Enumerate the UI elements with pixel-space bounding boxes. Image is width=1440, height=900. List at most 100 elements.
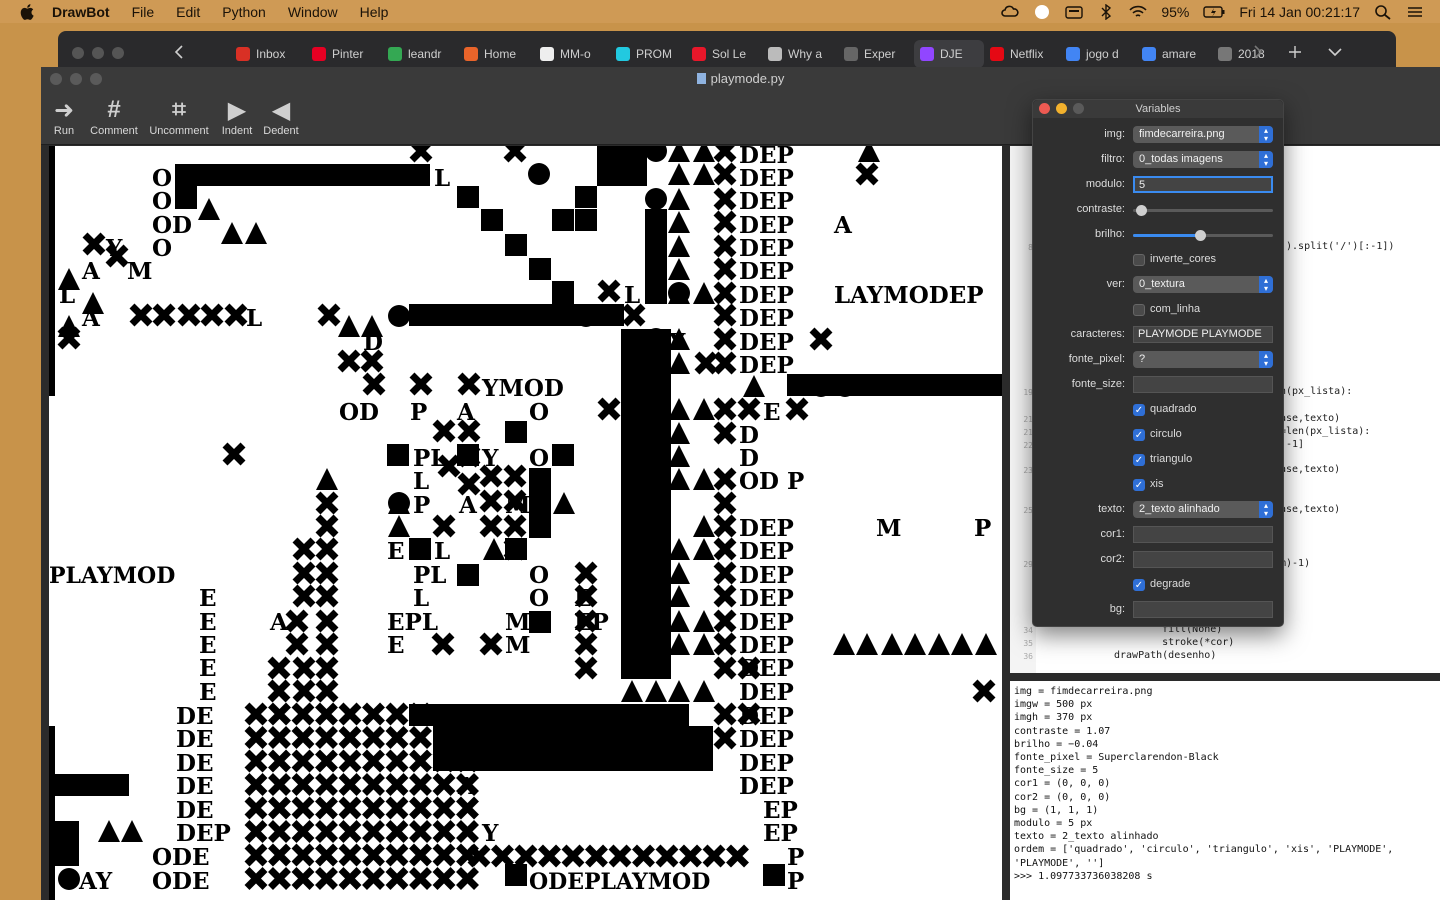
var-cor2-row: cor2: <box>1033 549 1283 571</box>
menu-file[interactable]: File <box>132 4 155 20</box>
canvas-letter: A <box>458 492 478 519</box>
canvas-letter: A <box>457 773 477 800</box>
apple-icon[interactable] <box>18 2 38 22</box>
browser-tab[interactable]: Pinter <box>306 40 382 68</box>
browser-tab[interactable]: DJE <box>914 40 984 68</box>
x-mark <box>597 279 621 303</box>
close-icon[interactable] <box>72 47 84 59</box>
battery-icon[interactable] <box>1203 4 1225 20</box>
circle-status-icon[interactable] <box>1033 4 1051 20</box>
keyboard-icon[interactable] <box>1065 4 1084 20</box>
close-icon[interactable] <box>1039 103 1050 114</box>
browser-tab[interactable]: Inbox <box>230 40 306 68</box>
zoom-icon[interactable] <box>1073 103 1084 114</box>
control-center-icon[interactable] <box>1406 4 1424 20</box>
indent-button[interactable]: ▶ Indent <box>218 95 256 138</box>
wifi-icon[interactable] <box>1129 4 1147 20</box>
browser-tab[interactable]: 2018 <box>1212 40 1288 68</box>
menu-python[interactable]: Python <box>222 4 266 20</box>
x-mark <box>409 726 432 749</box>
triangle-mark <box>693 633 715 655</box>
back-arrow-icon[interactable] <box>174 45 184 59</box>
status-area: 95% Fri 14 Jan 00:21:17 <box>1001 0 1424 23</box>
slider-knob[interactable] <box>1195 230 1207 241</box>
quadrado-checkbox[interactable]: ✓ <box>1133 404 1145 416</box>
xis-checkbox[interactable]: ✓ <box>1133 479 1145 491</box>
slider-knob[interactable] <box>1136 205 1148 216</box>
drawing-canvas[interactable]: O O OD Y O A M L A L L L D YMOD OD P A O… <box>49 146 1002 900</box>
menu-help[interactable]: Help <box>360 4 389 20</box>
run-button[interactable]: ➜ Run <box>49 95 79 138</box>
x-mark <box>491 844 514 868</box>
vertical-splitter[interactable] <box>1002 146 1010 900</box>
triangle-mark <box>904 633 926 655</box>
fonte-pixel-select[interactable]: ? ▴ ▾ <box>1133 351 1273 368</box>
browser-tab[interactable]: PROM <box>610 40 686 68</box>
contraste-slider[interactable] <box>1133 205 1273 216</box>
uncomment-button[interactable]: ⌗ Uncomment <box>146 95 212 137</box>
caracteres-input[interactable]: PLAYMODE PLAYMODE <box>1133 326 1273 343</box>
ver-select[interactable]: 0_textura ▴ ▾ <box>1133 276 1273 293</box>
x-mark <box>315 749 338 773</box>
cor1-input[interactable] <box>1133 526 1273 543</box>
browser-tab[interactable]: amare <box>1136 40 1212 68</box>
output-console[interactable]: img = fimdecarreira.png imgw = 500 px imgh… <box>1010 681 1440 900</box>
clock[interactable]: Fri 14 Jan 00:21:17 <box>1239 4 1360 20</box>
browser-tab-label: amare <box>1162 47 1197 61</box>
x-mark <box>244 773 268 796</box>
x-mark <box>338 749 362 773</box>
minimize-icon[interactable] <box>1056 103 1067 114</box>
com-linha-checkbox[interactable] <box>1133 304 1145 316</box>
x-mark <box>479 489 503 513</box>
brilho-slider[interactable] <box>1133 230 1273 241</box>
dedent-button[interactable]: ◀ Dedent <box>260 95 302 138</box>
output-line: 'PLAYMODE', ''] <box>1014 857 1105 869</box>
menu-edit[interactable]: Edit <box>176 4 200 20</box>
x-mark <box>409 749 432 773</box>
browser-tab[interactable]: MM-o <box>534 40 610 68</box>
menu-app-name[interactable]: DrawBot <box>52 4 110 20</box>
browser-tab[interactable]: leandr <box>382 40 458 68</box>
triangle-mark <box>693 163 715 185</box>
creative-cloud-icon[interactable] <box>1001 4 1019 20</box>
circulo-checkbox[interactable]: ✓ <box>1133 429 1145 441</box>
x-mark <box>713 467 737 491</box>
canvas-letter: E <box>199 585 217 612</box>
x-mark <box>291 773 315 796</box>
x-mark <box>292 679 316 703</box>
browser-tab[interactable]: Sol Le <box>686 40 762 68</box>
triangulo-checkbox[interactable]: ✓ <box>1133 454 1145 466</box>
degrade-checkbox[interactable]: ✓ <box>1133 579 1145 591</box>
canvas-de: DE <box>176 773 213 800</box>
x-mark <box>362 867 385 890</box>
x-mark <box>268 726 291 749</box>
spotlight-search-icon[interactable] <box>1374 4 1392 20</box>
horizontal-splitter[interactable] <box>1010 673 1440 681</box>
var-degrade-row: ✓ degrade <box>1033 574 1283 596</box>
fonte-size-input[interactable] <box>1133 376 1273 393</box>
scroll-tabs-right-icon[interactable] <box>1253 45 1263 59</box>
minimize-icon[interactable] <box>92 47 104 59</box>
zoom-icon[interactable] <box>112 47 124 59</box>
canvas-letter: L <box>413 585 429 612</box>
texto-select[interactable]: 2_texto alinhado ▴ ▾ <box>1133 501 1273 518</box>
var-triangulo-row: ✓ triangulo <box>1033 449 1283 471</box>
bg-input[interactable] <box>1133 601 1273 618</box>
browser-tab[interactable]: Why a <box>762 40 838 68</box>
browser-tab[interactable]: Netflix <box>984 40 1060 68</box>
menu-window[interactable]: Window <box>288 4 338 20</box>
img-select[interactable]: fimdecarreira.png ▴ ▾ <box>1133 126 1273 143</box>
cor2-input[interactable] <box>1133 551 1273 568</box>
modulo-input[interactable]: 5 <box>1133 176 1273 193</box>
bluetooth-icon[interactable] <box>1097 3 1115 20</box>
var-com-linha-row: com_linha <box>1033 299 1283 321</box>
chevron-down-icon[interactable] <box>1328 47 1342 57</box>
browser-tab[interactable]: Exper <box>838 40 914 68</box>
browser-tab[interactable]: Home <box>458 40 534 68</box>
new-tab-icon[interactable] <box>1288 45 1302 59</box>
filtro-select[interactable]: 0_todas imagens ▴ ▾ <box>1133 151 1273 168</box>
comment-button[interactable]: # Comment <box>87 95 141 137</box>
browser-tab[interactable]: jogo d <box>1060 40 1136 68</box>
inverte-cores-checkbox[interactable] <box>1133 254 1145 266</box>
canvas-ode: ODE <box>152 844 210 871</box>
